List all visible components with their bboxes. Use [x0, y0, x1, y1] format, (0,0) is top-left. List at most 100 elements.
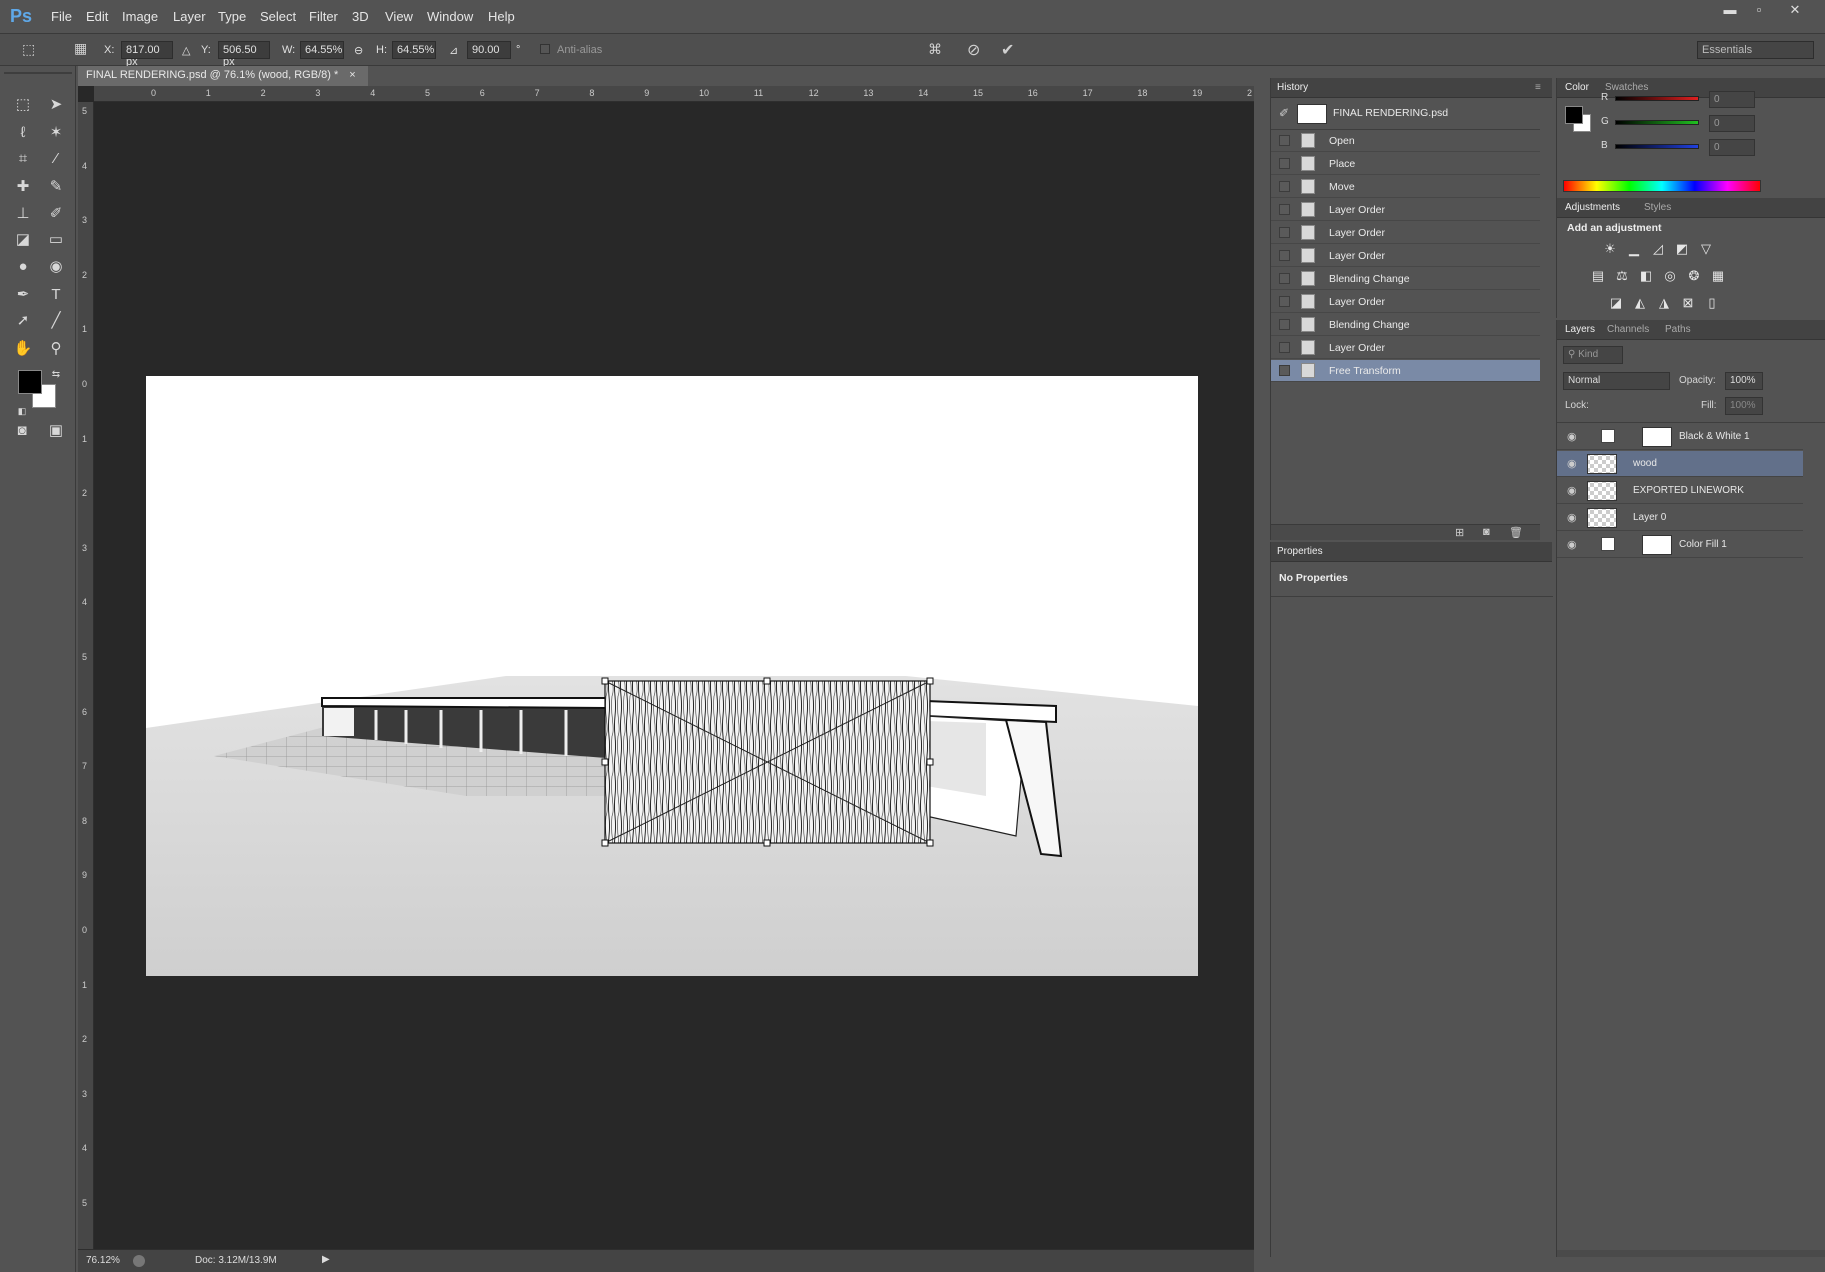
maximize-icon[interactable]: ▫ — [1747, 2, 1771, 20]
type-tool-icon[interactable]: T — [44, 284, 68, 306]
menu-help[interactable]: Help — [488, 9, 515, 24]
history-brush-icon[interactable]: ✐ — [44, 203, 68, 225]
new-document-from-state-icon[interactable]: ⊞ — [1455, 526, 1464, 539]
w-field[interactable]: 64.55% — [300, 41, 344, 59]
eye-icon[interactable]: ◉ — [1567, 430, 1577, 443]
history-state-checkbox[interactable] — [1279, 158, 1290, 169]
magic-wand-icon[interactable]: ✶ — [44, 122, 68, 144]
eye-icon[interactable]: ◉ — [1567, 484, 1577, 497]
zoom-tool-icon[interactable]: ⚲ — [44, 338, 68, 360]
zoom-level[interactable]: 76.12% — [86, 1255, 120, 1266]
menu-file[interactable]: File — [51, 9, 72, 24]
layer-filter-kind[interactable]: ⚲ Kind — [1563, 346, 1623, 364]
menu-view[interactable]: View — [385, 9, 413, 24]
eye-icon[interactable]: ◉ — [1567, 457, 1577, 470]
swap-colors-icon[interactable]: ⇆ — [44, 364, 68, 386]
history-item[interactable]: Move — [1271, 176, 1540, 198]
path-select-icon[interactable]: ➚ — [11, 310, 35, 332]
history-item[interactable]: Layer Order — [1271, 245, 1540, 267]
tab-history[interactable]: History — [1277, 82, 1308, 93]
healing-brush-icon[interactable]: ✚ — [11, 176, 35, 198]
menu-image[interactable]: Image — [122, 9, 158, 24]
panel-menu-icon[interactable]: ≡ — [1535, 82, 1541, 93]
tab-layers[interactable]: Layers — [1565, 324, 1595, 335]
history-state-checkbox[interactable] — [1279, 135, 1290, 146]
layer-row[interactable]: ◉ Layer 0 — [1557, 505, 1803, 531]
color-ramp[interactable] — [1563, 180, 1761, 192]
eye-icon[interactable]: ◉ — [1567, 511, 1577, 524]
dodge-tool-icon[interactable]: ◉ — [44, 256, 68, 278]
layer-row[interactable]: ◉ Color Fill 1 — [1557, 532, 1803, 558]
x-field[interactable]: 817.00 px — [121, 41, 173, 68]
history-item[interactable]: Blending Change — [1271, 314, 1540, 336]
screen-mode-icon[interactable]: ▣ — [44, 420, 68, 442]
exposure-icon[interactable]: ◩ — [1674, 242, 1690, 256]
history-state-checkbox[interactable] — [1279, 181, 1290, 192]
line-tool-icon[interactable]: ╱ — [44, 310, 68, 332]
clone-stamp-icon[interactable]: ⊥ — [11, 203, 35, 225]
history-item[interactable]: Layer Order — [1271, 222, 1540, 244]
default-colors-icon[interactable]: ◧ — [10, 400, 34, 422]
fill-field[interactable]: 100% — [1725, 397, 1763, 415]
posterize-icon[interactable]: ◭ — [1632, 296, 1648, 310]
history-state-checkbox[interactable] — [1279, 227, 1290, 238]
history-state-checkbox[interactable] — [1279, 273, 1290, 284]
camera-icon[interactable]: ◙ — [1483, 526, 1490, 538]
antialias-checkbox[interactable] — [540, 44, 550, 54]
document-tab[interactable]: FINAL RENDERING.psd @ 76.1% (wood, RGB/8… — [78, 66, 368, 86]
tab-paths[interactable]: Paths — [1665, 324, 1691, 335]
curves-icon[interactable]: ◿ — [1650, 242, 1666, 256]
threshold-icon[interactable]: ◮ — [1656, 296, 1672, 310]
history-state-checkbox[interactable] — [1279, 204, 1290, 215]
eye-icon[interactable]: ◉ — [1567, 538, 1577, 551]
status-menu-arrow-icon[interactable]: ▶ — [322, 1254, 330, 1265]
link-icon[interactable]: ⊖ — [354, 44, 363, 57]
tab-close-icon[interactable]: × — [349, 69, 355, 81]
cancel-icon[interactable]: ⊘ — [967, 40, 980, 60]
history-item[interactable]: Free Transform — [1271, 360, 1540, 382]
history-item[interactable]: Layer Order — [1271, 291, 1540, 313]
brush-tool-icon[interactable]: ✎ — [44, 176, 68, 198]
checkmark-icon[interactable]: ✔ — [1001, 40, 1014, 60]
workspace-select[interactable]: Essentials — [1697, 41, 1814, 59]
history-item[interactable]: Open — [1271, 130, 1540, 152]
opacity-field[interactable]: 100% — [1725, 372, 1763, 390]
blur-tool-icon[interactable]: ● — [11, 256, 35, 278]
history-item[interactable]: Layer Order — [1271, 199, 1540, 221]
color-lookup-icon[interactable]: ▦ — [1710, 269, 1726, 283]
minimize-icon[interactable]: ▬ — [1718, 2, 1742, 20]
history-state-checkbox[interactable] — [1279, 319, 1290, 330]
history-state-checkbox[interactable] — [1279, 250, 1290, 261]
close-icon[interactable]: ✕ — [1783, 2, 1807, 20]
channel-mixer-icon[interactable]: ❂ — [1686, 269, 1702, 283]
eraser-icon[interactable]: ◪ — [11, 229, 35, 251]
color-foreground-swatch[interactable] — [1565, 106, 1583, 124]
share-icon[interactable] — [133, 1255, 145, 1267]
history-snapshot[interactable]: ✐ FINAL RENDERING.psd — [1271, 98, 1540, 130]
channel-value-field[interactable]: 0 — [1709, 139, 1755, 156]
hue-saturation-icon[interactable]: ▤ — [1590, 269, 1606, 283]
angle-field[interactable]: 90.00 — [467, 41, 511, 59]
reference-point-icon[interactable]: ▦ — [74, 40, 87, 57]
foreground-color-front[interactable] — [18, 370, 42, 394]
gradient-icon[interactable]: ▭ — [44, 229, 68, 251]
crop-tool-icon[interactable]: ⌗ — [11, 148, 35, 170]
history-item[interactable]: Place — [1271, 153, 1540, 175]
channel-value-field[interactable]: 0 — [1709, 115, 1755, 132]
tab-adjustments[interactable]: Adjustments — [1565, 202, 1620, 213]
levels-icon[interactable]: ▁ — [1626, 242, 1642, 256]
history-state-checkbox[interactable] — [1279, 296, 1290, 307]
channel-value-field[interactable]: 0 — [1709, 91, 1755, 108]
layer-row[interactable]: ◉ Black & White 1 — [1557, 424, 1803, 450]
blend-mode-select[interactable]: Normal — [1563, 372, 1670, 390]
brightness-icon[interactable]: ☀ — [1602, 242, 1618, 256]
menu-filter[interactable]: Filter — [309, 9, 338, 24]
quick-mask-icon[interactable]: ◙ — [10, 420, 34, 442]
menu-type[interactable]: Type — [218, 9, 246, 24]
tab-channels[interactable]: Channels — [1607, 324, 1649, 335]
layer-row[interactable]: ◉ wood — [1557, 451, 1803, 477]
channel-slider[interactable] — [1615, 144, 1699, 149]
color-balance-icon[interactable]: ⚖ — [1614, 269, 1630, 283]
h-field[interactable]: 64.55% — [392, 41, 436, 59]
history-item[interactable]: Layer Order — [1271, 337, 1540, 359]
